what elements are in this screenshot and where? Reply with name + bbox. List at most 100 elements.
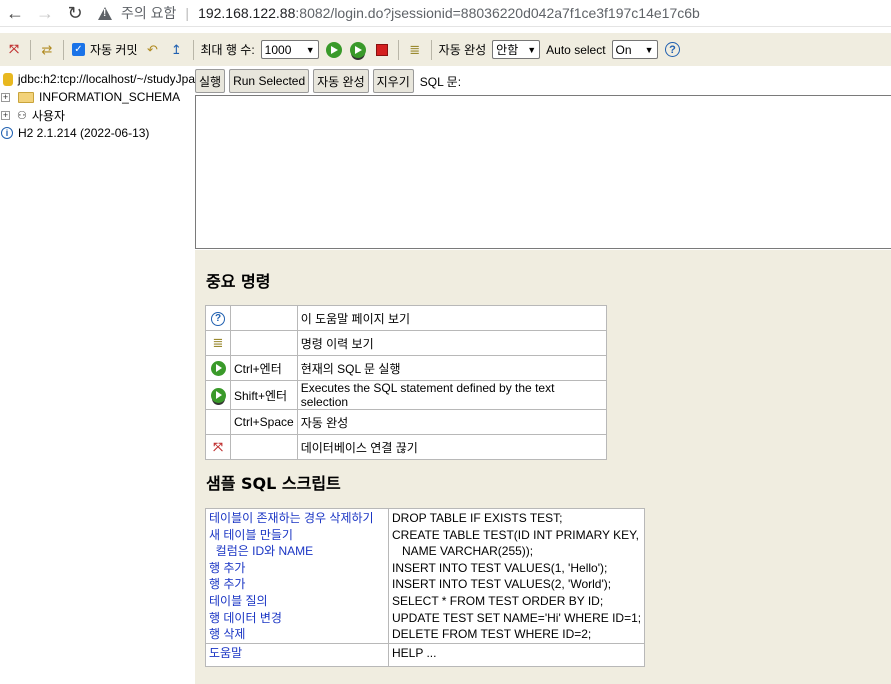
url-field[interactable]: 192.168.122.88:8082/login.do?jsessionid=… bbox=[198, 5, 700, 21]
cell-key bbox=[230, 330, 298, 356]
toolbar-separator bbox=[192, 39, 194, 60]
security-indicator[interactable]: 주의 요함 bbox=[98, 3, 176, 23]
autocommit-label: 자동 커밋 bbox=[90, 43, 138, 57]
sql-label: SQL 문: bbox=[419, 74, 462, 89]
help-code-cell: HELP ... bbox=[387, 642, 646, 667]
sample-code-line: DELETE FROM TEST WHERE ID=2; bbox=[392, 627, 592, 642]
help-icon[interactable]: ? bbox=[211, 311, 225, 326]
tree-item-label: INFORMATION_SCHEMA bbox=[39, 90, 181, 104]
expand-icon[interactable]: + bbox=[1, 110, 10, 120]
cell-desc: Executes the SQL statement defined by th… bbox=[296, 380, 607, 410]
run-icon[interactable] bbox=[210, 360, 226, 376]
cell-icon bbox=[205, 409, 231, 435]
history-icon[interactable]: ≣ bbox=[213, 335, 224, 350]
info-icon: i bbox=[1, 127, 13, 139]
help-icon[interactable]: ? bbox=[663, 40, 683, 60]
maxrows-select[interactable]: 1000 ▼ bbox=[260, 40, 319, 59]
table-row: Ctrl+Space 자동 완성 bbox=[205, 409, 607, 435]
autoselect-label: Auto select bbox=[546, 42, 606, 57]
address-divider: | bbox=[185, 5, 190, 21]
disconnect-icon[interactable]: ⤧ bbox=[4, 40, 24, 60]
table-row: 도움말 HELP ... bbox=[205, 642, 646, 667]
table-row: ⤧ 데이터베이스 연결 끊기 bbox=[205, 434, 607, 460]
run-button[interactable]: 실행 bbox=[195, 69, 226, 93]
refresh-icon[interactable]: ⇄ bbox=[37, 40, 57, 60]
chevron-down-icon: ▼ bbox=[527, 44, 537, 55]
disconnect-icon[interactable]: ⤧ bbox=[213, 440, 223, 454]
toolbar-separator bbox=[430, 39, 432, 60]
history-icon[interactable]: ≣ bbox=[405, 40, 425, 60]
sample-code-line: INSERT INTO TEST VALUES(2, 'World'); bbox=[392, 577, 612, 592]
sample-sql-table: 테이블이 존재하는 경우 삭제하기 새 테이블 만들기 컬럼은 ID와 NAME… bbox=[205, 508, 646, 667]
sql-command-bar: 실행 Run Selected 자동 완성 지우기 SQL 문: bbox=[195, 68, 891, 94]
maxrows-value: 1000 bbox=[264, 42, 292, 57]
sample-link[interactable]: 행 삭제 bbox=[209, 626, 385, 643]
version-label: H2 2.1.214 (2022-06-13) bbox=[18, 126, 150, 140]
sample-code-line: SELECT * FROM TEST ORDER BY ID; bbox=[392, 593, 604, 608]
run-selected-icon[interactable] bbox=[348, 40, 368, 60]
help-link[interactable]: 도움말 bbox=[209, 645, 385, 662]
autocomplete-button[interactable]: 자동 완성 bbox=[313, 69, 369, 93]
sample-link[interactable]: 행 데이터 변경 bbox=[209, 610, 385, 627]
sample-link[interactable]: 테이블 질의 bbox=[209, 593, 385, 610]
autoselect-select[interactable]: On ▼ bbox=[611, 40, 658, 59]
sample-code-line: INSERT INTO TEST VALUES(1, 'Hello'); bbox=[392, 560, 608, 575]
connection-label: jdbc:h2:tcp://localhost/~/studyJpa bbox=[17, 72, 195, 86]
chevron-down-icon: ▼ bbox=[305, 44, 315, 55]
expand-icon[interactable]: + bbox=[1, 92, 10, 102]
cell-desc: 현재의 SQL 문 실행 bbox=[296, 355, 607, 381]
cell-icon: ≣ bbox=[205, 330, 231, 356]
sample-link[interactable]: 행 추가 bbox=[209, 560, 385, 577]
rollback-icon[interactable]: ↶ bbox=[143, 40, 163, 60]
commit-icon[interactable]: ↥ bbox=[167, 40, 187, 60]
autocomplete-select[interactable]: 안함 ▼ bbox=[492, 40, 541, 59]
sample-links-cell: 테이블이 존재하는 경우 삭제하기 새 테이블 만들기 컬럼은 ID와 NAME… bbox=[205, 508, 389, 644]
reload-icon[interactable]: ↻ bbox=[60, 1, 90, 25]
cell-desc: 자동 완성 bbox=[296, 409, 607, 435]
forward-icon[interactable]: → bbox=[30, 1, 60, 25]
tree-version: i H2 2.1.214 (2022-06-13) bbox=[0, 124, 195, 142]
toolbar-separator bbox=[397, 39, 399, 60]
sample-code-line: UPDATE TEST SET NAME='Hi' WHERE ID=1; bbox=[392, 610, 642, 625]
autocomplete-label: 자동 완성 bbox=[438, 43, 487, 57]
sample-link[interactable]: 새 테이블 만들기 bbox=[209, 527, 385, 544]
cell-key bbox=[230, 305, 298, 331]
help-link-cell: 도움말 bbox=[205, 642, 389, 667]
tree-item-information-schema[interactable]: + INFORMATION_SCHEMA bbox=[0, 88, 195, 106]
back-icon[interactable]: ← bbox=[0, 1, 30, 25]
sample-code-line: DROP TABLE IF EXISTS TEST; bbox=[392, 511, 563, 525]
toolbar-separator bbox=[30, 39, 31, 60]
schema-tree: jdbc:h2:tcp://localhost/~/studyJpa + INF… bbox=[0, 70, 195, 684]
stop-icon[interactable] bbox=[372, 40, 392, 60]
tree-connection[interactable]: jdbc:h2:tcp://localhost/~/studyJpa bbox=[0, 70, 195, 88]
cell-key: Shift+엔터 bbox=[230, 380, 298, 410]
sql-editor[interactable] bbox=[195, 95, 891, 249]
cell-key: Ctrl+엔터 bbox=[230, 355, 298, 381]
clear-button[interactable]: 지우기 bbox=[372, 69, 414, 93]
table-row: ≣ 명령 이력 보기 bbox=[205, 330, 607, 356]
users-icon: ⚇ bbox=[17, 109, 27, 122]
sample-link[interactable]: 행 추가 bbox=[209, 576, 385, 593]
run-selected-icon[interactable] bbox=[210, 387, 226, 403]
help-code: HELP ... bbox=[392, 645, 437, 660]
table-row: Shift+엔터 Executes the SQL statement defi… bbox=[205, 380, 607, 410]
autocommit-checkbox[interactable]: ✓ bbox=[72, 43, 85, 56]
warning-icon bbox=[98, 6, 112, 20]
h2-toolbar: ⤧ ⇄ ✓ 자동 커밋 ↶ ↥ 최대 행 수: 1000 ▼ ≣ 자동 완성 안함… bbox=[0, 33, 891, 66]
autocomplete-value: 안함 bbox=[496, 43, 519, 57]
url-host: 192.168.122.88 bbox=[198, 5, 296, 21]
run-selected-button[interactable]: Run Selected bbox=[229, 69, 310, 93]
chevron-down-icon: ▼ bbox=[644, 44, 654, 55]
cell-desc: 데이터베이스 연결 끊기 bbox=[296, 434, 607, 460]
important-commands-table: ? 이 도움말 페이지 보기 ≣ 명령 이력 보기 Ctrl+엔터 현재의 SQ… bbox=[205, 305, 607, 460]
sample-code-line: CREATE TABLE TEST(ID INT PRIMARY KEY, bbox=[392, 527, 639, 542]
sample-link[interactable]: 컬럼은 ID와 NAME bbox=[209, 543, 385, 560]
table-row: ? 이 도움말 페이지 보기 bbox=[205, 305, 607, 331]
result-panel: 중요 명령 ? 이 도움말 페이지 보기 ≣ 명령 이력 보기 Ctrl+엔터 … bbox=[195, 250, 891, 684]
cell-icon bbox=[205, 380, 231, 410]
tree-item-users[interactable]: + ⚇ 사용자 bbox=[0, 106, 195, 124]
run-icon[interactable] bbox=[324, 40, 344, 60]
tree-item-label: 사용자 bbox=[31, 108, 65, 123]
sample-link[interactable]: 테이블이 존재하는 경우 삭제하기 bbox=[209, 510, 385, 527]
database-icon bbox=[3, 72, 13, 86]
